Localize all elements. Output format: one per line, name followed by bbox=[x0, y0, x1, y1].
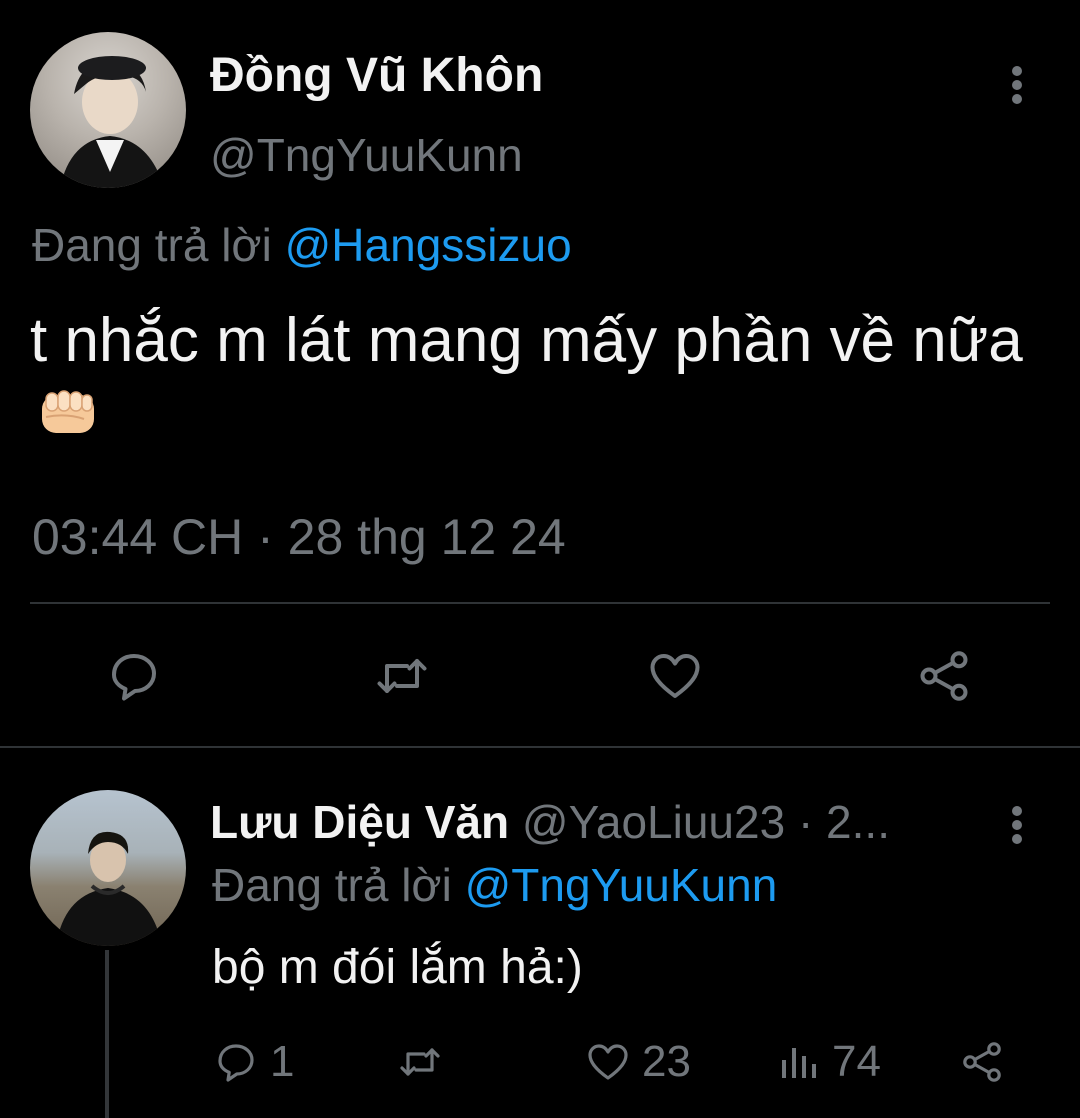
views-button[interactable]: 74 bbox=[774, 1034, 881, 1090]
replying-to: Đang trả lời @TngYuuKunn bbox=[212, 858, 777, 912]
tweet-timestamp[interactable]: 03:44 CH · 28 thg 12 24 bbox=[32, 508, 566, 566]
tweet-text-content: t nhắc m lát mang mấy phần về nữa bbox=[30, 306, 1023, 375]
reply-count: 1 bbox=[270, 1037, 295, 1086]
reply-button[interactable]: 1 bbox=[212, 1034, 294, 1090]
author-handle[interactable]: @TngYuuKunn bbox=[210, 128, 523, 182]
retweet-icon[interactable] bbox=[372, 646, 432, 706]
replying-to: Đang trả lời @Hangssizuo bbox=[32, 218, 572, 272]
replying-to-label: Đang trả lời bbox=[212, 859, 452, 911]
reply-author-display-name[interactable]: Lưu Diệu Văn bbox=[210, 796, 509, 848]
reply-icon[interactable] bbox=[104, 646, 164, 706]
view-count: 74 bbox=[832, 1037, 881, 1086]
share-icon[interactable] bbox=[914, 646, 974, 706]
thread-connector-line bbox=[105, 950, 109, 1118]
like-button[interactable]: 23 bbox=[584, 1034, 691, 1090]
share-button[interactable] bbox=[958, 1034, 1006, 1090]
retweet-icon bbox=[400, 1048, 440, 1076]
reply-author-header: Lưu Diệu Văn @YaoLiuu23 · 2... bbox=[210, 795, 890, 849]
divider bbox=[30, 602, 1050, 604]
tweet-text: t nhắc m lát mang mấy phần về nữa bbox=[30, 304, 1030, 456]
reply-tweet-text: bộ m đói lắm hả:) bbox=[212, 941, 583, 994]
views-chart-icon bbox=[782, 1048, 816, 1078]
oncoming-fist-icon bbox=[36, 382, 100, 456]
share-icon bbox=[963, 1042, 1001, 1082]
replying-to-mention[interactable]: @Hangssizuo bbox=[285, 219, 572, 271]
divider bbox=[0, 746, 1080, 748]
like-count: 23 bbox=[642, 1037, 691, 1086]
like-icon bbox=[588, 1044, 628, 1080]
more-options-icon[interactable] bbox=[1000, 800, 1034, 850]
reply-author-handle-time[interactable]: @YaoLiuu23 · 2... bbox=[522, 796, 890, 848]
more-options-icon[interactable] bbox=[1000, 60, 1034, 110]
replying-to-label: Đang trả lời bbox=[32, 219, 272, 271]
reply-author-avatar[interactable] bbox=[30, 790, 186, 946]
like-icon[interactable] bbox=[645, 646, 705, 706]
replying-to-mention[interactable]: @TngYuuKunn bbox=[465, 859, 778, 911]
author-avatar[interactable] bbox=[30, 32, 186, 188]
author-display-name[interactable]: Đồng Vũ Khôn bbox=[210, 48, 543, 103]
retweet-button[interactable] bbox=[396, 1034, 444, 1090]
reply-icon bbox=[218, 1044, 254, 1082]
